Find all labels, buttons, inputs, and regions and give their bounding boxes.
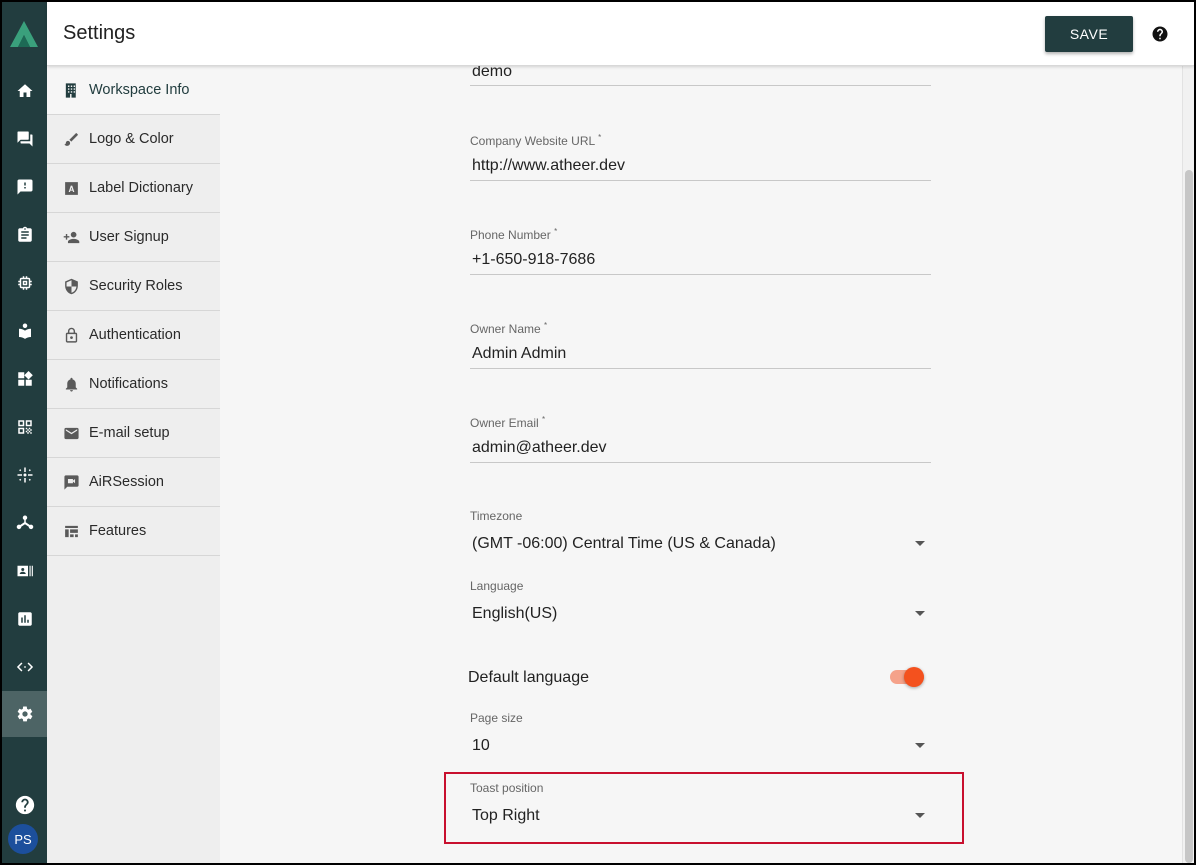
settings-nav: Workspace Info Logo & Color Label Dictio… <box>47 66 220 863</box>
nav-item-email-setup[interactable]: E-mail setup <box>47 409 220 458</box>
help-icon <box>15 795 34 815</box>
qr-code-icon <box>17 420 32 434</box>
bell-icon <box>65 377 77 392</box>
toggle-thumb[interactable] <box>904 667 924 687</box>
chat-icon <box>17 131 32 147</box>
nav-item-authentication[interactable]: Authentication <box>47 311 220 360</box>
company-website-input[interactable]: http://www.atheer.dev <box>472 157 625 175</box>
rail-dashboard[interactable] <box>2 356 47 402</box>
nav-item-airsession[interactable]: AiRSession <box>47 458 220 507</box>
company-website-field[interactable]: Company Website URL * http://www.atheer.… <box>470 133 931 183</box>
lock-icon <box>65 327 77 343</box>
language-label: Language <box>470 579 524 593</box>
nav-item-security-roles[interactable]: Security Roles <box>47 262 220 311</box>
code-icon <box>16 662 33 672</box>
left-rail: PS <box>2 2 47 863</box>
owner-name-label: Owner Name <box>470 322 541 336</box>
page-size-select[interactable]: Page size 10 <box>470 711 931 761</box>
phone-number-input[interactable]: +1-650-918-7686 <box>472 251 595 269</box>
owner-name-input[interactable]: Admin Admin <box>472 345 566 363</box>
nav-item-label: Logo & Color <box>89 131 174 147</box>
company-website-label: Company Website URL <box>470 134 595 148</box>
save-button[interactable]: SAVE <box>1045 16 1133 52</box>
app-logo <box>10 21 38 47</box>
nav-item-logo-color[interactable]: Logo & Color <box>47 115 220 164</box>
nav-item-label: Label Dictionary <box>89 180 193 196</box>
rail-qr[interactable] <box>2 404 47 450</box>
share-icon <box>16 515 33 530</box>
rail-badge[interactable] <box>2 548 47 594</box>
page-size-value: 10 <box>472 737 490 754</box>
timezone-select[interactable]: Timezone (GMT -06:00) Central Time (US &… <box>470 509 931 559</box>
nav-item-label: Notifications <box>89 376 168 392</box>
chart-icon <box>17 612 32 626</box>
memory-icon <box>17 276 32 290</box>
owner-email-label: Owner Email <box>470 416 539 430</box>
owner-email-input[interactable]: admin@atheer.dev <box>472 439 607 457</box>
nav-item-features[interactable]: Features <box>47 507 220 556</box>
nav-item-workspace-info[interactable]: Workspace Info <box>47 66 220 115</box>
nav-item-label: AiRSession <box>89 474 164 490</box>
rail-feedback[interactable] <box>2 164 47 210</box>
dashboard-icon <box>17 371 33 386</box>
rail-memory[interactable] <box>2 260 47 306</box>
nav-item-label: Security Roles <box>89 278 183 294</box>
timezone-value: (GMT -06:00) Central Time (US & Canada) <box>472 535 776 552</box>
mail-icon <box>63 427 79 439</box>
brush-icon <box>63 132 78 146</box>
rail-code[interactable] <box>2 644 47 690</box>
rail-settings[interactable] <box>2 691 47 737</box>
phone-number-label: Phone Number <box>470 228 551 242</box>
book-icon <box>18 323 31 339</box>
nav-item-label: Workspace Info <box>89 82 190 98</box>
page-title: Settings <box>63 22 136 44</box>
chevron-down-icon <box>915 611 925 616</box>
language-select[interactable]: Language English(US) <box>470 579 931 629</box>
user-avatar[interactable]: PS <box>8 824 38 854</box>
language-value: English(US) <box>472 605 558 622</box>
scrollbar-thumb[interactable] <box>1185 170 1193 863</box>
nav-item-label: Features <box>89 523 147 539</box>
toast-position-highlight <box>444 772 964 844</box>
rail-help[interactable] <box>2 782 47 828</box>
chevron-down-icon <box>915 541 925 546</box>
feedback-icon <box>17 179 32 195</box>
nav-item-notifications[interactable]: Notifications <box>47 360 220 409</box>
video-chat-icon <box>63 474 79 490</box>
nav-item-label-dictionary[interactable]: Label Dictionary <box>47 164 220 213</box>
rail-chat[interactable] <box>2 116 47 162</box>
nav-item-label: E-mail setup <box>89 425 170 441</box>
building-icon <box>65 82 76 98</box>
features-icon <box>64 525 78 537</box>
font-icon <box>64 181 78 195</box>
rail-share[interactable] <box>2 500 47 546</box>
rail-chart[interactable] <box>2 596 47 642</box>
shield-icon <box>64 278 78 294</box>
app-window: PS Settings SAVE Workspace Info Logo & C… <box>2 2 1194 863</box>
home-icon <box>17 84 32 97</box>
content-scrollbar[interactable] <box>1182 66 1194 863</box>
top-header: Settings SAVE <box>47 2 1194 66</box>
rail-clipboard[interactable] <box>2 212 47 258</box>
person-add-icon <box>63 231 79 243</box>
timezone-label: Timezone <box>470 509 523 523</box>
nav-item-label: Authentication <box>89 327 181 343</box>
chevron-down-icon <box>915 743 925 748</box>
owner-name-field[interactable]: Owner Name * Admin Admin <box>470 321 931 371</box>
default-language-label: Default language <box>468 669 589 686</box>
phone-number-field[interactable]: Phone Number * +1-650-918-7686 <box>470 227 931 277</box>
nav-item-user-signup[interactable]: User Signup <box>47 213 220 262</box>
owner-email-field[interactable]: Owner Email * admin@atheer.dev <box>470 415 931 465</box>
nav-item-label: User Signup <box>89 229 169 245</box>
hub-icon <box>17 467 32 483</box>
rail-home[interactable] <box>2 68 47 114</box>
clipboard-icon <box>17 226 32 242</box>
rail-hub[interactable] <box>2 452 47 498</box>
page-size-label: Page size <box>470 711 523 725</box>
help-icon[interactable] <box>1151 25 1169 43</box>
rail-book[interactable] <box>2 308 47 354</box>
gear-icon <box>17 706 32 722</box>
badge-icon <box>17 565 33 577</box>
